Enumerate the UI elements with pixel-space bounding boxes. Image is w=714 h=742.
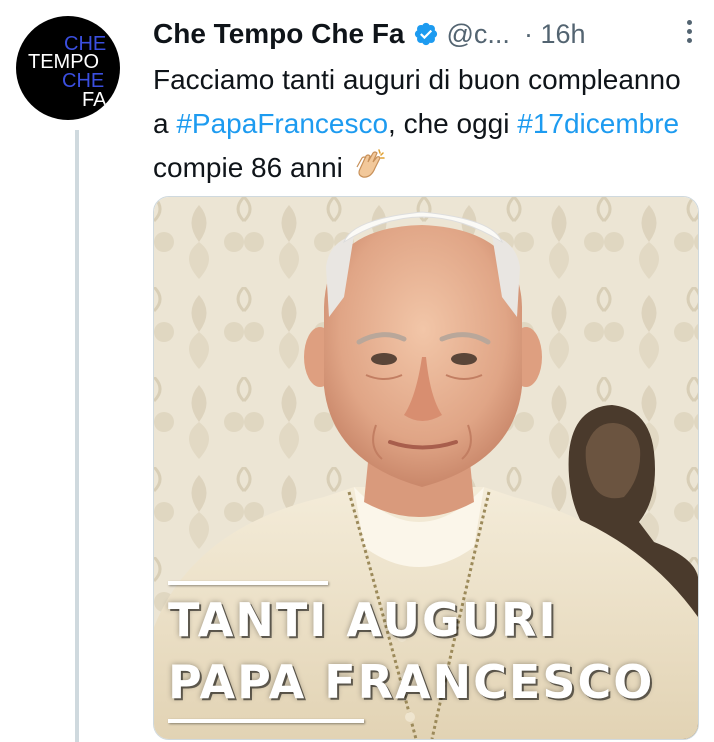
author-handle[interactable]: @c... xyxy=(447,19,510,50)
tweet-text-part-2: , che oggi xyxy=(388,108,518,139)
timestamp-separator: · xyxy=(523,18,533,49)
thread-line xyxy=(75,130,79,742)
tweet-text: Facciamo tanti auguri di buon compleanno… xyxy=(153,58,698,190)
clapping-hands-icon xyxy=(356,149,385,178)
tweet-media[interactable]: TANTI AUGURI PAPA FRANCESCO xyxy=(153,196,699,740)
more-options-icon[interactable] xyxy=(684,20,694,48)
caption-line-2: PAPA FRANCESCO xyxy=(168,655,655,709)
avatar-text-fa: FA xyxy=(82,89,107,111)
avatar-text-che-2: CHE xyxy=(62,70,105,92)
caption-line-1: TANTI AUGURI xyxy=(168,593,558,647)
caption-rule-bottom xyxy=(168,719,364,723)
avatar-text-tempo: TEMPO xyxy=(28,51,100,73)
tweet-header: Che Tempo Che Fa @c... · 16h xyxy=(153,12,694,56)
verified-badge-icon xyxy=(414,22,437,46)
hashtag-17dicembre[interactable]: #17dicembre xyxy=(517,108,679,139)
avatar[interactable]: CHE TEMPO CHE FA xyxy=(16,16,120,120)
hashtag-papafrancesco[interactable]: #PapaFrancesco xyxy=(176,108,388,139)
caption-rule-top xyxy=(168,581,328,585)
tweet-timestamp[interactable]: · 16h xyxy=(524,19,586,50)
timestamp-value: 16h xyxy=(540,18,586,49)
tweet-text-part-3: compie 86 anni xyxy=(153,152,343,183)
author-name[interactable]: Che Tempo Che Fa xyxy=(153,18,405,50)
